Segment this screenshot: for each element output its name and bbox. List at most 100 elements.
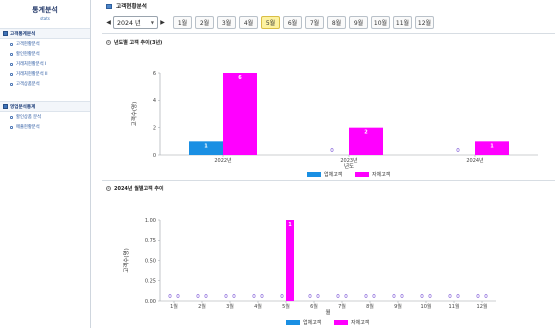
legend-swatch bbox=[286, 320, 300, 325]
bar-value-label: 0 bbox=[344, 294, 348, 300]
bar-value-label: 0 bbox=[232, 294, 236, 300]
sidebar-group-label: 영업분석통계 bbox=[10, 104, 36, 110]
bar-value-label: 1 bbox=[288, 222, 292, 228]
month-button-7[interactable]: 7월 bbox=[305, 15, 324, 29]
y-tick-label: 2 bbox=[153, 125, 156, 131]
bar-value-label: 0 bbox=[308, 294, 312, 300]
bar-value-label: 0 bbox=[392, 294, 396, 300]
bar-value-label: 0 bbox=[456, 294, 460, 300]
legend-label: 자체고객 bbox=[351, 319, 370, 326]
main-content: 고객현황분석 ◀ 2024 년 ▼ ▶ 1월 2월 3월 4월 5월 6월 7월 8월 9월 10… bbox=[92, 0, 555, 328]
sidebar-item-discount-product[interactable]: 할인상품 분석 bbox=[0, 112, 90, 122]
bullet-icon bbox=[10, 42, 13, 46]
legend-label: 업체고객 bbox=[324, 171, 343, 178]
sidebar-item-discount-status[interactable]: 할인현황분석 bbox=[0, 49, 90, 59]
bar-value-label: 0 bbox=[204, 294, 208, 300]
sidebar-item-partner-status-1[interactable]: 거래처현황분석 I bbox=[0, 59, 90, 69]
folder-icon bbox=[3, 31, 8, 36]
x-tick-label: 8월 bbox=[366, 303, 374, 310]
sidebar-group-title[interactable]: 영업분석통계 bbox=[0, 101, 90, 112]
bullet-icon bbox=[10, 52, 13, 56]
legend-swatch bbox=[355, 172, 369, 177]
x-tick-label: 12월 bbox=[477, 303, 488, 310]
bar-value-label: 2 bbox=[364, 130, 368, 136]
y-tick-label: 0.50 bbox=[145, 258, 156, 264]
panel-divider bbox=[102, 180, 555, 181]
month-button-12[interactable]: 12월 bbox=[415, 15, 434, 29]
bar-value-label: 0 bbox=[420, 294, 424, 300]
month-button-4[interactable]: 4월 bbox=[239, 15, 258, 29]
plus-circle-icon: + bbox=[106, 185, 111, 191]
window-icon bbox=[106, 3, 112, 9]
sidebar-group-customer: 고객통계분석 고객현황분석 할인현황분석 거래처현황분석 I 거래처현황분석 I… bbox=[0, 28, 90, 89]
prev-year-arrow-icon[interactable]: ◀ bbox=[106, 19, 111, 26]
bar-value-label: 0 bbox=[428, 294, 432, 300]
legend-swatch bbox=[334, 320, 348, 325]
sidebar-group-label: 고객통계분석 bbox=[10, 31, 36, 37]
legend-label: 자체고객 bbox=[372, 171, 391, 178]
month-button-8[interactable]: 8월 bbox=[327, 15, 346, 29]
y-axis-label: 고객수(명) bbox=[131, 102, 138, 127]
bar-value-label: 1 bbox=[490, 143, 494, 149]
sidebar-header: 통계분석 stats bbox=[0, 0, 90, 25]
month-button-11[interactable]: 11월 bbox=[393, 15, 412, 29]
x-tick-label: 7월 bbox=[338, 303, 346, 310]
sidebar-title: 통계분석 bbox=[32, 6, 58, 14]
month-button-1[interactable]: 1월 bbox=[173, 15, 192, 29]
y-tick-label: 4 bbox=[153, 98, 156, 104]
x-tick-label: 2022년 bbox=[214, 157, 232, 164]
bar-value-label: 0 bbox=[224, 294, 228, 300]
y-tick-label: 0.00 bbox=[145, 299, 156, 305]
monthly-panel-header[interactable]: + 2024년 월별고객 추이 bbox=[106, 183, 164, 193]
x-axis-label: 년도 bbox=[344, 162, 354, 170]
x-tick-label: 10월 bbox=[421, 303, 432, 310]
month-button-5[interactable]: 5월 bbox=[261, 15, 280, 29]
month-button-2[interactable]: 2월 bbox=[195, 15, 214, 29]
month-buttons: 1월 2월 3월 4월 5월 6월 7월 8월 9월 10월 11월 12월 bbox=[173, 15, 437, 29]
sidebar-item-customer-product[interactable]: 고객상품분석 bbox=[0, 79, 90, 89]
x-tick-label: 1월 bbox=[170, 303, 178, 310]
monthly-panel-title: 2024년 월별고객 추이 bbox=[114, 185, 164, 192]
year-select-value: 2024 년 bbox=[117, 19, 141, 27]
y-tick-label: 0.75 bbox=[145, 238, 156, 244]
bar-value-label: 0 bbox=[372, 294, 376, 300]
bar-value-label: 0 bbox=[260, 294, 264, 300]
bullet-icon bbox=[10, 82, 13, 86]
yearly-panel-title: 년도별 고객 추이(3년) bbox=[114, 39, 163, 46]
sidebar-item-label: 할인상품 분석 bbox=[16, 115, 42, 120]
legend-label: 업체고객 bbox=[303, 319, 322, 326]
bar-value-label: 0 bbox=[316, 294, 320, 300]
folder-icon bbox=[3, 104, 8, 109]
bar-value-label: 0 bbox=[252, 294, 256, 300]
bullet-icon bbox=[10, 62, 13, 66]
year-select[interactable]: 2024 년 ▼ bbox=[113, 15, 158, 29]
sidebar-item-label: 할인현황분석 bbox=[16, 52, 40, 57]
bar-value-label: 1 bbox=[204, 143, 208, 149]
y-axis-label: 고객수(명) bbox=[123, 248, 130, 273]
bar-value-label: 0 bbox=[484, 294, 488, 300]
sidebar-group-sales: 영업분석통계 할인상품 분석 매출현황분석 bbox=[0, 101, 90, 132]
month-button-3[interactable]: 3월 bbox=[217, 15, 236, 29]
sidebar-item-label: 거래처현황분석 I bbox=[16, 62, 47, 67]
panel-divider bbox=[102, 33, 555, 34]
y-tick-label: 6 bbox=[153, 71, 156, 77]
bar-value-label: 0 bbox=[176, 294, 180, 300]
month-button-6[interactable]: 6월 bbox=[283, 15, 302, 29]
month-button-10[interactable]: 10월 bbox=[371, 15, 390, 29]
x-axis-label: 월 bbox=[325, 308, 330, 316]
sidebar-group-title[interactable]: 고객통계분석 bbox=[0, 28, 90, 39]
sidebar-item-sales-status[interactable]: 매출현황분석 bbox=[0, 122, 90, 132]
y-tick-label: 1.00 bbox=[145, 218, 156, 224]
yearly-customer-chart: 0 2 4 6 고객수(명) 1 6 2022년 0 2 2023년 0 1 2024년년도업체고객 자체고… bbox=[131, 71, 538, 178]
next-year-arrow-icon[interactable]: ▶ bbox=[160, 19, 165, 26]
month-button-9[interactable]: 9월 bbox=[349, 15, 368, 29]
yearly-panel-header[interactable]: + 년도별 고객 추이(3년) bbox=[106, 37, 162, 47]
sidebar-item-partner-status-2[interactable]: 거래처현황분석 II bbox=[0, 69, 90, 79]
sidebar-item-label: 고객현황분석 bbox=[16, 42, 40, 47]
bar-value-label: 0 bbox=[280, 294, 284, 300]
x-tick-label: 2024년 bbox=[466, 157, 484, 164]
chevron-down-icon: ▼ bbox=[150, 19, 154, 25]
sidebar-item-customer-status[interactable]: 고객현황분석 bbox=[0, 39, 90, 49]
x-tick-label: 11월 bbox=[449, 303, 460, 310]
sidebar: 통계분석 stats 고객통계분석 고객현황분석 할인현황분석 거래처현황분석 … bbox=[0, 0, 91, 328]
